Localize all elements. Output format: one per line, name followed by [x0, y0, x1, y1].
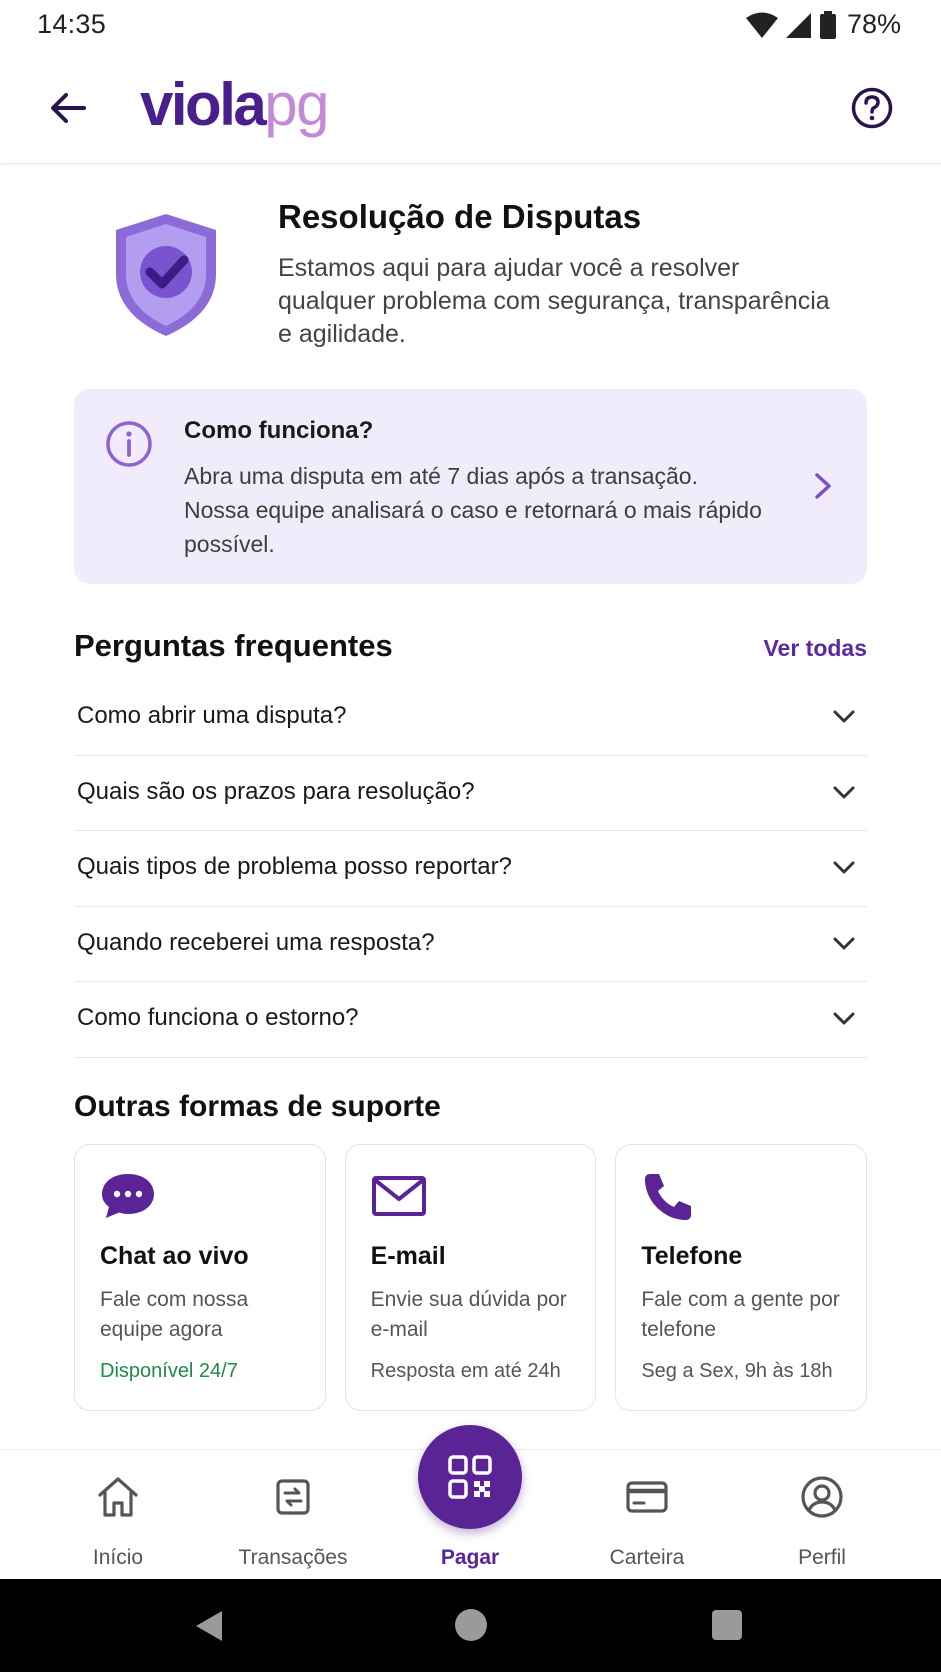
nav-item-profile[interactable]: Perfil [742, 1450, 902, 1580]
faq-question: Como funciona o estorno? [77, 1004, 359, 1031]
faq-section-title: Perguntas frequentes [74, 628, 393, 663]
nav-item-transactions[interactable]: Transações [213, 1450, 373, 1580]
card-icon [626, 1481, 668, 1513]
support-card-description: Fale com nossa equipe agora [100, 1288, 249, 1341]
arrow-left-icon [51, 93, 86, 123]
how-it-works-card[interactable]: Como funciona? Abra uma disputa em até 7… [74, 389, 867, 584]
support-card-description: Envie sua dúvida por e-mail [370, 1288, 567, 1341]
faq-question: Como abrir uma disputa? [77, 702, 347, 729]
info-card-title: Como funciona? [184, 417, 374, 444]
wifi-icon [745, 12, 778, 38]
pay-button[interactable] [418, 1425, 522, 1529]
status-time: 14:35 [37, 9, 107, 39]
system-back-icon[interactable] [192, 1609, 226, 1643]
support-card-email[interactable]: E-mail Envie sua dúvida por e-mail Respo… [344, 1144, 597, 1411]
chevron-down-icon [833, 861, 855, 874]
logo-part-2: pg [264, 71, 329, 138]
support-card-phone[interactable]: Telefone Fale com a gente por telefone S… [615, 1144, 868, 1411]
chevron-down-icon [833, 1012, 855, 1025]
chevron-right-icon [815, 473, 831, 499]
chevron-down-icon [833, 937, 855, 949]
status-bar: 14:35 78% [0, 0, 941, 52]
faq-question: Quais são os prazos para resolução? [77, 777, 475, 805]
info-card-text: Abra uma disputa em até 7 dias após a tr… [184, 463, 762, 557]
support-options: Chat ao vivo Fale com nossa equipe agora… [74, 1144, 868, 1411]
support-card-title: Telefone [641, 1242, 743, 1270]
see-all-link[interactable]: Ver todas [763, 635, 867, 662]
support-section-title: Outras formas de suporte [74, 1090, 441, 1123]
profile-icon [801, 1476, 843, 1518]
app-header: violapg [0, 52, 941, 164]
faq-item[interactable]: Quais são os prazos para resolução? [74, 756, 867, 831]
system-navigation-bar [0, 1579, 941, 1672]
nav-item-wallet[interactable]: Carteira [567, 1450, 727, 1580]
support-card-title: E-mail [370, 1242, 446, 1270]
nav-item-home[interactable]: Início [38, 1450, 198, 1580]
system-home-button[interactable] [455, 1609, 487, 1641]
nav-label: Transações [238, 1546, 348, 1569]
faq-list: Como abrir uma disputa? Quais são os pra… [74, 680, 867, 1058]
chevron-down-icon [833, 786, 855, 798]
bottom-navigation: Início Transações Pagar Carteira Perfil [0, 1425, 941, 1580]
nav-label-active: Pagar [440, 1546, 500, 1569]
faq-item[interactable]: Como funciona o estorno? [74, 982, 867, 1058]
nav-label: Perfil [798, 1546, 846, 1569]
system-recents-button[interactable] [712, 1610, 742, 1640]
logo-part-1: viola [140, 71, 267, 138]
faq-item[interactable]: Como abrir uma disputa? [74, 680, 867, 756]
support-card-description: Fale com a gente por telefone [641, 1288, 840, 1341]
battery-percentage: 78% [846, 9, 901, 39]
support-card-availability: Seg a Sex, 9h às 18h [641, 1360, 833, 1382]
info-icon [106, 421, 152, 467]
transactions-icon [276, 1479, 310, 1515]
faq-question: Quais tipos de problema posso reportar? [77, 853, 512, 880]
page-title: Resolução de Disputas [278, 198, 642, 235]
nav-label: Carteira [609, 1546, 685, 1569]
battery-icon [819, 10, 836, 39]
shield-check-icon [116, 214, 216, 336]
envelope-icon [371, 1176, 426, 1216]
nav-label: Início [92, 1546, 144, 1569]
help-button[interactable] [847, 83, 897, 133]
app-logo: violapg [140, 70, 329, 140]
support-card-availability: Disponível 24/7 [100, 1360, 238, 1382]
faq-item[interactable]: Quais tipos de problema posso reportar? [74, 831, 867, 907]
chevron-down-icon [833, 710, 855, 723]
page-description: Estamos aqui para ajudar você a resolver… [278, 254, 830, 348]
support-card-chat[interactable]: Chat ao vivo Fale com nossa equipe agora… [74, 1144, 326, 1411]
signal-icon [785, 12, 811, 38]
status-icons: 78% [745, 9, 901, 40]
support-card-title: Chat ao vivo [100, 1242, 249, 1270]
faq-item[interactable]: Quando receberei uma resposta? [74, 907, 867, 982]
home-icon [98, 1477, 138, 1517]
phone-icon [645, 1174, 692, 1220]
chat-bubble-icon [102, 1174, 154, 1218]
support-card-availability: Resposta em até 24h [370, 1360, 561, 1382]
faq-question: Quando receberei uma resposta? [77, 928, 435, 956]
back-button[interactable] [44, 84, 92, 132]
help-circle-icon [851, 87, 893, 129]
qr-code-icon [448, 1455, 492, 1499]
